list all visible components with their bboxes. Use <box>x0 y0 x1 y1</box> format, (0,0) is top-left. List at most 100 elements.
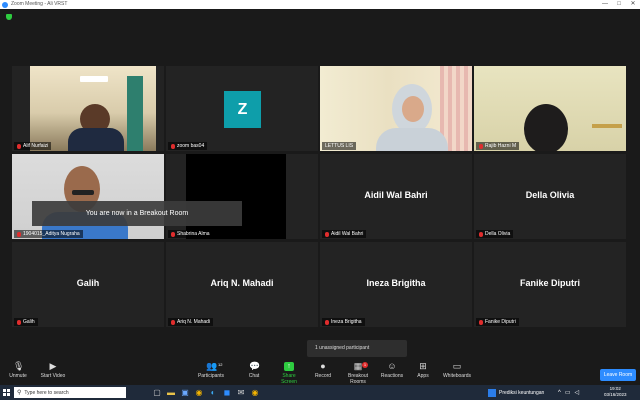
smiley-icon: ☺ <box>387 361 397 371</box>
volume-icon[interactable]: ◁ <box>575 389 580 396</box>
maximize-button[interactable]: □ <box>612 0 626 9</box>
mic-muted-icon <box>17 319 21 325</box>
mic-muted-icon <box>479 143 483 149</box>
participant-display-name: Ariq N. Mahadi <box>210 278 274 288</box>
apps-button[interactable]: ⊞ Apps <box>414 361 432 380</box>
clock-date: 03/16/2023 <box>604 392 627 397</box>
close-button[interactable]: ✕ <box>626 0 640 9</box>
breakout-room-notice: You are now in a Breakout Room <box>32 201 242 226</box>
window-controls: — □ ✕ <box>598 0 640 9</box>
edge-icon[interactable]: ◐ <box>208 388 218 398</box>
participant-name-label: Galih <box>14 318 38 326</box>
participant-name-label: zoom bas04 <box>168 142 208 150</box>
video-tile[interactable]: 1904015_Aditya Nugraha <box>12 154 164 239</box>
search-icon: ⚲ <box>17 390 22 396</box>
apps-icon: ⊞ <box>419 361 427 371</box>
unassigned-participant-notice[interactable]: 1 unassigned participant <box>307 340 407 357</box>
participant-name-label: Shabrina Alma <box>168 230 213 238</box>
participant-name-label: Rajib Hazni M <box>476 142 520 150</box>
video-tile[interactable]: Alif Nurfaizi <box>12 66 164 151</box>
mic-muted-icon <box>325 231 329 237</box>
record-icon: ● <box>320 361 326 371</box>
participants-icon: 👥 <box>206 361 218 371</box>
participant-display-name: Fanike Diputri <box>519 278 580 288</box>
video-tile[interactable]: Fanike Diputri Fanike Diputri <box>474 242 626 327</box>
mic-muted-icon <box>479 319 483 325</box>
video-tile[interactable]: Ariq N. Mahadi Ariq N. Mahadi <box>166 242 318 327</box>
leave-room-button[interactable]: Leave Room <box>600 369 636 381</box>
breakout-rooms-badge: 1 <box>362 362 368 368</box>
network-icon[interactable]: ▭ <box>565 389 571 396</box>
participant-display-name: Aidil Wal Bahri <box>364 190 428 200</box>
participant-name-label: Ineza Brigitha <box>322 318 365 326</box>
participant-name-label: Aidil Wal Bahri <box>322 230 367 238</box>
participants-count: 12 <box>218 362 223 367</box>
mic-muted-icon <box>171 143 175 149</box>
chat-bubble-icon: 💬 <box>249 361 261 371</box>
mic-muted-icon <box>325 319 329 325</box>
taskbar-clock[interactable]: 19:02 03/16/2023 <box>604 386 627 398</box>
participant-display-name: Della Olivia <box>525 190 575 200</box>
participant-name-label: LETTUS LIS <box>322 142 357 150</box>
zoom-app-icon[interactable]: ◼ <box>222 388 232 398</box>
mail-icon[interactable]: ✉ <box>236 388 246 398</box>
participant-video <box>320 66 472 151</box>
video-tile[interactable]: Galih Galih <box>12 242 164 327</box>
share-screen-button[interactable]: ↑ Share Screen <box>274 362 304 385</box>
task-view-icon[interactable]: ▢ <box>152 388 162 398</box>
video-tile-active-speaker[interactable]: LETTUS LIS <box>320 66 472 151</box>
chrome-alt-icon[interactable]: ◉ <box>250 388 260 398</box>
participant-video <box>12 154 164 239</box>
start-button[interactable] <box>0 385 12 400</box>
file-explorer-icon[interactable]: ▬ <box>166 388 176 398</box>
widget-icon <box>488 388 496 397</box>
video-tile[interactable]: Shabrina Alma <box>166 154 318 239</box>
chrome-icon[interactable]: ◉ <box>194 388 204 398</box>
video-tile[interactable]: Z zoom bas04 <box>166 66 318 151</box>
weather-widget[interactable]: Prediksi keuntungan <box>488 385 544 400</box>
video-tile[interactable]: Ineza Brigitha Ineza Brigitha <box>320 242 472 327</box>
participant-name-label: Alif Nurfaizi <box>14 142 52 150</box>
system-tray: ^ ▭ ◁ <box>558 385 579 400</box>
whiteboards-button[interactable]: ▭ Whiteboards <box>442 361 472 380</box>
participant-video <box>186 154 286 239</box>
store-icon[interactable]: ▣ <box>180 388 190 398</box>
mic-muted-icon <box>479 231 483 237</box>
participant-video <box>474 66 626 151</box>
participant-display-name: Galih <box>76 278 100 288</box>
participant-video <box>30 66 156 151</box>
start-video-button[interactable]: ▶ Start Video <box>38 362 68 380</box>
participant-name-label: Ariq N. Mahadi <box>168 318 214 326</box>
participant-avatar: Z <box>224 91 261 128</box>
participants-button[interactable]: 👥 12 Participants <box>196 361 226 380</box>
zoom-logo-icon <box>2 1 8 8</box>
whiteboard-icon: ▭ <box>452 361 462 371</box>
search-placeholder: Type here to search <box>24 389 69 396</box>
share-screen-icon: ↑ <box>284 362 294 371</box>
participant-name-label: Della Olivia <box>476 230 514 238</box>
unmute-button[interactable]: 🎙 Unmute <box>6 361 30 380</box>
pinned-apps: ▢ ▬ ▣ ◉ ◐ ◼ ✉ ◉ <box>152 388 260 398</box>
participant-name-label: Fanike Diputri <box>476 318 519 326</box>
reactions-button[interactable]: ☺ Reactions <box>380 361 404 380</box>
mic-muted-icon <box>17 143 21 149</box>
chat-button[interactable]: 💬 Chat <box>244 361 264 380</box>
title-bar: Zoom Meeting - Ali VRST — □ ✕ <box>0 0 640 9</box>
microphone-muted-icon: 🎙 <box>13 361 25 371</box>
mic-muted-icon <box>171 231 175 237</box>
participant-display-name: Ineza Brigitha <box>366 278 426 288</box>
taskbar-search-box[interactable]: ⚲ Type here to search <box>14 387 126 398</box>
mic-muted-icon <box>171 319 175 325</box>
mic-muted-icon <box>17 231 21 237</box>
zoom-window: Zoom Meeting - Ali VRST — □ ✕ Alif Nurfa… <box>0 0 640 400</box>
tray-chevron-icon[interactable]: ^ <box>558 390 561 396</box>
breakout-rooms-button[interactable]: ▦ 1 Breakout Rooms <box>340 362 376 385</box>
minimize-button[interactable]: — <box>598 0 612 9</box>
video-tile[interactable]: Rajib Hazni M <box>474 66 626 151</box>
record-button[interactable]: ● Record <box>312 361 334 380</box>
meeting-toolbar: 🎙 Unmute ▶ Start Video 👥 12 Participants… <box>0 359 640 385</box>
video-tile[interactable]: Aidil Wal Bahri Aidil Wal Bahri <box>320 154 472 239</box>
windows-logo-icon <box>2 389 10 396</box>
security-shield-icon[interactable] <box>6 14 12 20</box>
video-tile[interactable]: Della Olivia Della Olivia <box>474 154 626 239</box>
